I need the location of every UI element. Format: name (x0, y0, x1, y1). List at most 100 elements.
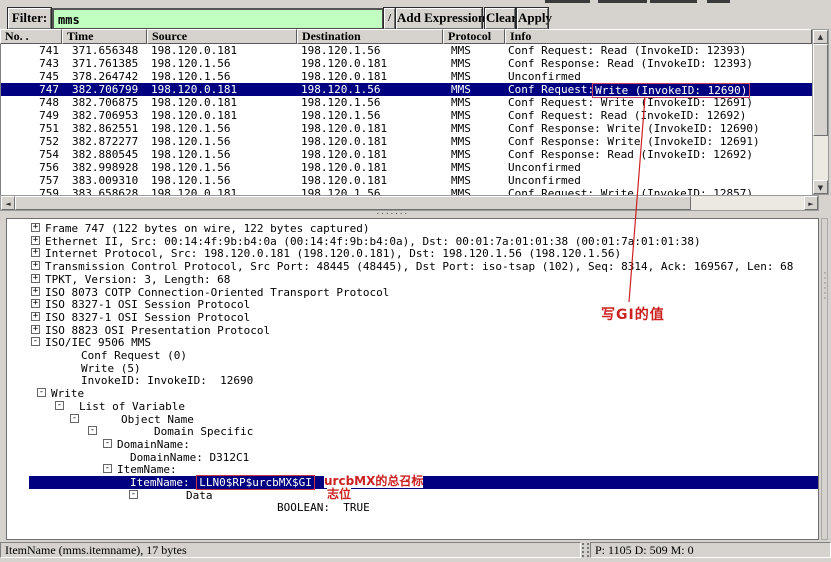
column-header-time[interactable]: Time (62, 29, 147, 44)
packet-detail-pane: +Frame 747 (122 bytes on wire, 122 bytes… (6, 218, 819, 540)
expand-icon[interactable]: + (31, 325, 40, 334)
packet-row[interactable]: 743371.761385198.120.1.56198.120.0.181MM… (1, 57, 812, 70)
detail-line[interactable]: InvokeID: InvokeID: 12690 (7, 374, 818, 387)
cell-proto: MMS (451, 44, 471, 57)
clear-button[interactable]: Clear (485, 8, 515, 29)
cell-time: 378.264742 (72, 70, 138, 83)
cell-dst: 198.120.0.181 (301, 135, 387, 148)
collapse-icon[interactable]: - (103, 464, 112, 473)
collapse-icon[interactable]: - (31, 337, 40, 346)
detail-pane-grip[interactable]: ······ (821, 218, 828, 540)
cell-no: 757 (1, 174, 59, 187)
cell-dst: 198.120.0.181 (301, 70, 387, 83)
cell-src: 198.120.1.56 (151, 70, 230, 83)
packet-row[interactable]: 751382.862551198.120.1.56198.120.0.181MM… (1, 122, 812, 135)
collapse-icon[interactable]: - (37, 388, 46, 397)
packet-row[interactable]: 757383.009310198.120.1.56198.120.0.181MM… (1, 174, 812, 187)
expand-icon[interactable]: + (31, 287, 40, 296)
packet-list-vscrollbar[interactable]: ▲ ▼ (812, 29, 829, 195)
detail-line[interactable]: -ISO/IEC 9506 MMS (7, 336, 818, 349)
detail-text: ISO 8327-1 OSI Session Protocol (45, 298, 250, 311)
detail-selected-row[interactable]: ItemName: LLN0$RP$urcbMX$GI (29, 476, 818, 489)
cell-src: 198.120.1.56 (151, 135, 230, 148)
cell-proto: MMS (451, 122, 471, 135)
detail-text: DomainName: (117, 438, 190, 451)
scroll-right-icon[interactable]: ► (804, 196, 818, 210)
collapse-icon[interactable]: - (70, 414, 79, 423)
cell-info: Conf Response: Write (InvokeID: 12690) (508, 122, 760, 135)
packet-row[interactable]: 749382.706953198.120.0.181198.120.1.56MM… (1, 109, 812, 122)
filter-input[interactable] (52, 8, 383, 29)
scroll-left-icon[interactable]: ◄ (1, 196, 15, 210)
cell-time: 382.706799 (72, 83, 138, 96)
expand-icon[interactable]: + (31, 312, 40, 321)
annotation-itemname-note-line2: 志位 (327, 488, 351, 501)
detail-line[interactable]: + ISO 8327-1 OSI Session Protocol (7, 298, 818, 311)
detail-line[interactable]: -Write (7, 387, 818, 400)
packet-row[interactable]: 745378.264742198.120.1.56198.120.0.181MM… (1, 70, 812, 83)
expand-icon[interactable]: + (31, 261, 40, 270)
cell-proto: MMS (451, 135, 471, 148)
detail-line[interactable]: - Domain Specific (7, 425, 818, 438)
collapse-icon[interactable]: - (103, 439, 112, 448)
detail-line[interactable]: + ISO 8327-1 OSI Session Protocol (7, 311, 818, 324)
packet-row[interactable]: 748382.706875198.120.0.181198.120.1.56MM… (1, 96, 812, 109)
detail-text: BOOLEAN: TRUE (277, 501, 370, 514)
packet-row[interactable]: 759383.658628198.120.0.181198.120.1.56MM… (1, 187, 812, 195)
add-expression-button[interactable]: Add Expression... (396, 8, 482, 29)
detail-line[interactable]: -DomainName: (7, 438, 818, 451)
detail-text: Transmission Control Protocol, Src Port:… (45, 260, 793, 273)
expand-icon[interactable]: + (31, 236, 40, 245)
filter-combo-arrow-icon[interactable]: / (384, 8, 395, 29)
expand-icon[interactable]: + (31, 248, 40, 257)
packet-row[interactable]: 754382.880545198.120.1.56198.120.0.181MM… (1, 148, 812, 161)
cell-src: 198.120.0.181 (151, 96, 237, 109)
expand-icon[interactable]: + (31, 223, 40, 232)
detail-text: Domain Specific (154, 425, 253, 438)
cell-dst: 198.120.0.181 (301, 57, 387, 70)
column-header-destination[interactable]: Destination (297, 29, 443, 44)
cell-no: 749 (1, 109, 59, 122)
vscroll-thumb[interactable] (813, 44, 828, 136)
status-divider-grip[interactable] (582, 543, 589, 557)
cell-time: 383.009310 (72, 174, 138, 187)
cell-no: 748 (1, 96, 59, 109)
cell-info: Conf Response: Read (InvokeID: 12692) (508, 148, 753, 161)
packet-row[interactable]: 747382.706799198.120.0.181198.120.1.56MM… (1, 83, 812, 96)
packet-list-hscrollbar[interactable]: ◄ ► (0, 195, 819, 211)
detail-line[interactable]: +Internet Protocol, Src: 198.120.0.181 (… (7, 247, 818, 260)
column-header-source[interactable]: Source (147, 29, 297, 44)
detail-text: ISO/IEC 9506 MMS (45, 336, 151, 349)
collapse-icon[interactable]: - (55, 401, 64, 410)
cell-time: 383.658628 (72, 187, 138, 195)
cell-no: 759 (1, 187, 59, 195)
ethereal-window: Filter: / Add Expression... Clear Apply … (0, 0, 831, 562)
expand-icon[interactable]: + (31, 299, 40, 308)
packet-row[interactable]: 741371.656348198.120.0.181198.120.1.56MM… (1, 44, 812, 57)
detail-line[interactable]: + Transmission Control Protocol, Src Port… (7, 260, 818, 273)
packet-row[interactable]: 756382.998928198.120.1.56198.120.0.181MM… (1, 161, 812, 174)
detail-line[interactable]: +Frame 747 (122 bytes on wire, 122 bytes… (7, 222, 818, 235)
detail-line[interactable]: +TPKT, Version: 3, Length: 68 (7, 273, 818, 286)
cell-proto: MMS (451, 148, 471, 161)
scroll-up-icon[interactable]: ▲ (813, 30, 828, 44)
cell-info: Conf Response: Read (InvokeID: 12393) (508, 57, 753, 70)
scroll-down-icon[interactable]: ▼ (813, 180, 828, 194)
detail-line[interactable]: BOOLEAN: TRUE (7, 501, 818, 514)
expand-icon[interactable]: + (31, 274, 40, 283)
detail-line[interactable]: Conf Request (0) (7, 349, 818, 362)
column-header-protocol[interactable]: Protocol (443, 29, 505, 44)
packet-row[interactable]: 752382.872277198.120.1.56198.120.0.181MM… (1, 135, 812, 148)
detail-line[interactable]: -List of Variable (7, 400, 818, 413)
column-header-no[interactable]: No. . (0, 29, 62, 44)
cell-time: 382.706875 (72, 96, 138, 109)
detail-text: ISO 8327-1 OSI Session Protocol (45, 311, 250, 324)
collapse-icon[interactable]: - (88, 426, 97, 435)
hscroll-thumb[interactable] (15, 196, 691, 210)
pane-splitter[interactable]: ······· (0, 211, 831, 218)
filter-button[interactable]: Filter: (8, 8, 51, 29)
collapse-icon[interactable]: - (129, 490, 138, 499)
cell-dst: 198.120.1.56 (301, 44, 380, 57)
column-header-info[interactable]: Info (505, 29, 812, 44)
apply-button[interactable]: Apply (517, 8, 548, 29)
